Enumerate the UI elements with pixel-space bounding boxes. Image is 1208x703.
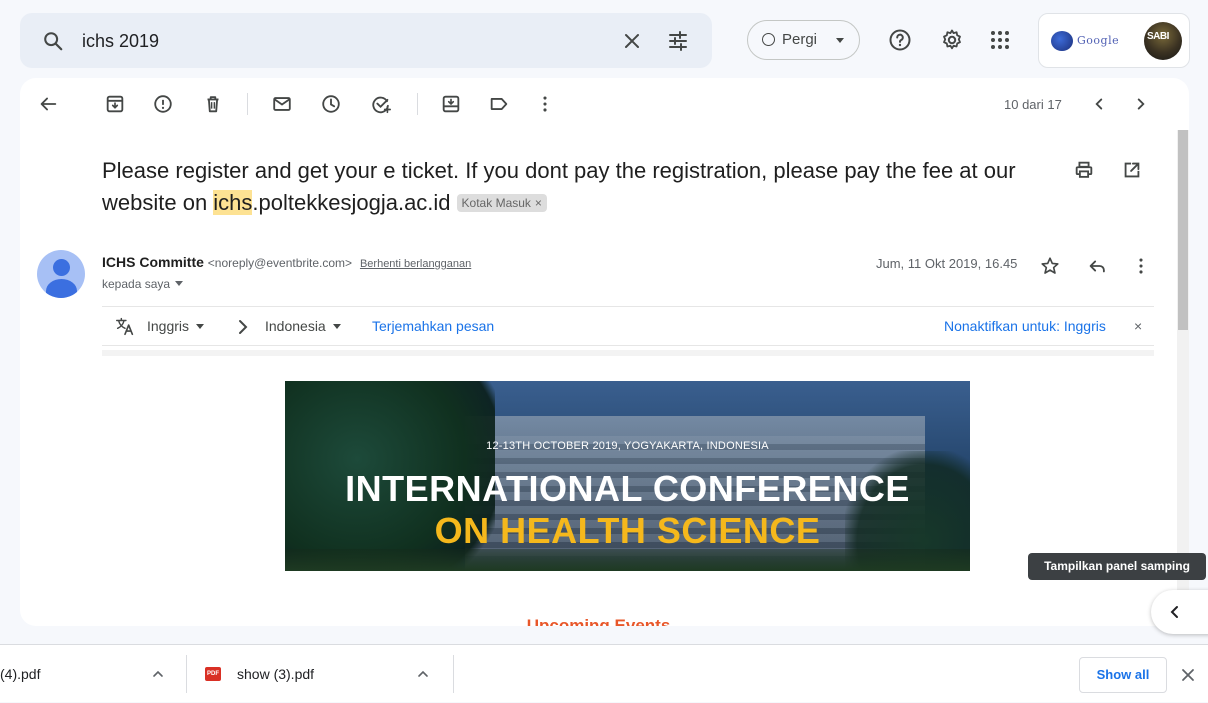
subject-text-end: .poltekkesjogja.ac.id [252,190,451,215]
target-language-label: Indonesia [265,318,326,334]
search-icon[interactable] [42,30,64,52]
download-filename: show (3).pdf [237,666,315,682]
status-dot-icon [762,33,775,46]
download-item[interactable]: PDF show (3).pdf [187,645,453,703]
print-icon[interactable] [1073,159,1095,181]
unsubscribe-link[interactable]: Berhenti berlangganan [360,258,471,270]
remove-label-icon[interactable]: × [535,196,542,210]
search-bar[interactable]: ichs 2019 [20,13,712,68]
ground-photo [285,549,970,571]
divider [102,350,1154,356]
move-to-icon[interactable] [440,93,462,115]
email-subject: Please register and get your e ticket. I… [102,155,1062,219]
translate-icon [116,317,134,336]
more-vert-icon[interactable] [534,93,556,115]
show-all-downloads-button[interactable]: Show all [1079,657,1167,693]
download-item[interactable]: (4).pdf [0,645,186,703]
archive-icon[interactable] [104,93,126,115]
upcoming-events-heading: Upcoming Events [526,616,671,626]
chevron-right-icon[interactable] [1130,93,1152,115]
close-icon[interactable] [620,29,644,53]
org-logo: Google [1051,29,1131,53]
add-task-icon[interactable] [370,93,392,115]
sender-name[interactable]: ICHS Committe [102,254,204,270]
inbox-label-chip[interactable]: Kotak Masuk × [456,194,547,212]
chevron-down-icon [175,281,184,286]
toolbar-divider [417,93,418,115]
org-logo-text: Google [1077,34,1120,47]
download-shelf: (4).pdf PDF show (3).pdf [0,644,1208,702]
translate-bar: Inggris Indonesia Terjemahkan pesan Nona… [102,306,1154,346]
star-icon[interactable] [1039,255,1061,277]
apps-grid-icon[interactable] [988,28,1012,52]
chevron-down-icon [196,324,205,329]
translate-message-link[interactable]: Terjemahkan pesan [372,318,494,334]
message-view: 10 dari 17 Please register and get your … [20,78,1189,626]
label-icon[interactable] [488,93,510,115]
back-arrow-icon[interactable] [37,93,59,115]
scrollbar-thumb[interactable] [1178,130,1188,330]
banner-date: 12-13TH OCTOBER 2019, YOGYAKARTA, INDONE… [486,440,769,452]
banner-subtitle: ON HEALTH SCIENCE [434,510,821,551]
close-translate-bar-icon[interactable]: × [1134,318,1142,334]
open-in-new-window-icon[interactable] [1121,159,1143,181]
source-language-label: Inggris [147,318,190,334]
disable-translation-link[interactable]: Nonaktifkan untuk: Inggris [944,318,1106,334]
account-switcher[interactable]: Google SABI [1038,13,1190,68]
source-language-dropdown[interactable]: Inggris [147,318,205,334]
globe-icon [1051,31,1073,51]
status-dropdown[interactable]: Pergi [747,20,860,60]
avatar-text: SABI [1147,31,1169,42]
gear-icon[interactable] [940,28,964,52]
inbox-label-text: Kotak Masuk [461,196,531,210]
chevron-up-icon[interactable] [415,666,431,682]
chevron-right-icon [239,320,248,334]
target-language-dropdown[interactable]: Indonesia [265,318,341,334]
toolbar-divider [247,93,248,115]
chevron-down-icon [332,324,341,329]
recipient-text: kepada saya [102,277,171,291]
banner-title: INTERNATIONAL CONFERENCE [345,468,910,509]
close-icon[interactable] [1178,665,1198,685]
pdf-file-icon: PDF [205,667,221,681]
person-body-icon [46,279,77,298]
reply-icon[interactable] [1086,255,1108,277]
recipient-details-toggle[interactable]: kepada saya [102,277,184,291]
side-panel-tooltip: Tampilkan panel samping [1028,553,1206,580]
chevron-left-icon[interactable] [1088,93,1110,115]
sender-line: ICHS Committe <noreply@eventbrite.com> B… [102,254,471,270]
snooze-icon[interactable] [320,93,342,115]
person-head-icon [53,259,70,276]
report-spam-icon[interactable] [152,93,174,115]
download-divider [453,655,454,693]
chevron-left-icon [1170,606,1178,618]
tune-icon[interactable] [666,29,690,53]
mark-unread-icon[interactable] [271,93,293,115]
chevron-up-icon[interactable] [150,666,166,682]
more-vert-icon[interactable] [1130,255,1152,277]
avatar[interactable]: SABI [1144,22,1182,60]
help-icon[interactable] [888,28,912,52]
status-label: Pergi [782,31,818,48]
show-side-panel-button[interactable] [1151,590,1208,634]
message-date: Jum, 11 Okt 2019, 16.45 [876,256,1018,271]
download-filename: (4).pdf [0,666,41,682]
chevron-down-icon [836,38,844,43]
conference-banner-image: 12-13TH OCTOBER 2019, YOGYAKARTA, INDONE… [285,381,970,571]
sender-avatar[interactable] [37,250,85,298]
search-input[interactable]: ichs 2019 [82,27,159,55]
pager-count: 10 dari 17 [1004,97,1062,112]
sender-email: <noreply@eventbrite.com> [207,256,353,270]
search-highlight: ichs [213,190,253,215]
delete-icon[interactable] [202,93,224,115]
